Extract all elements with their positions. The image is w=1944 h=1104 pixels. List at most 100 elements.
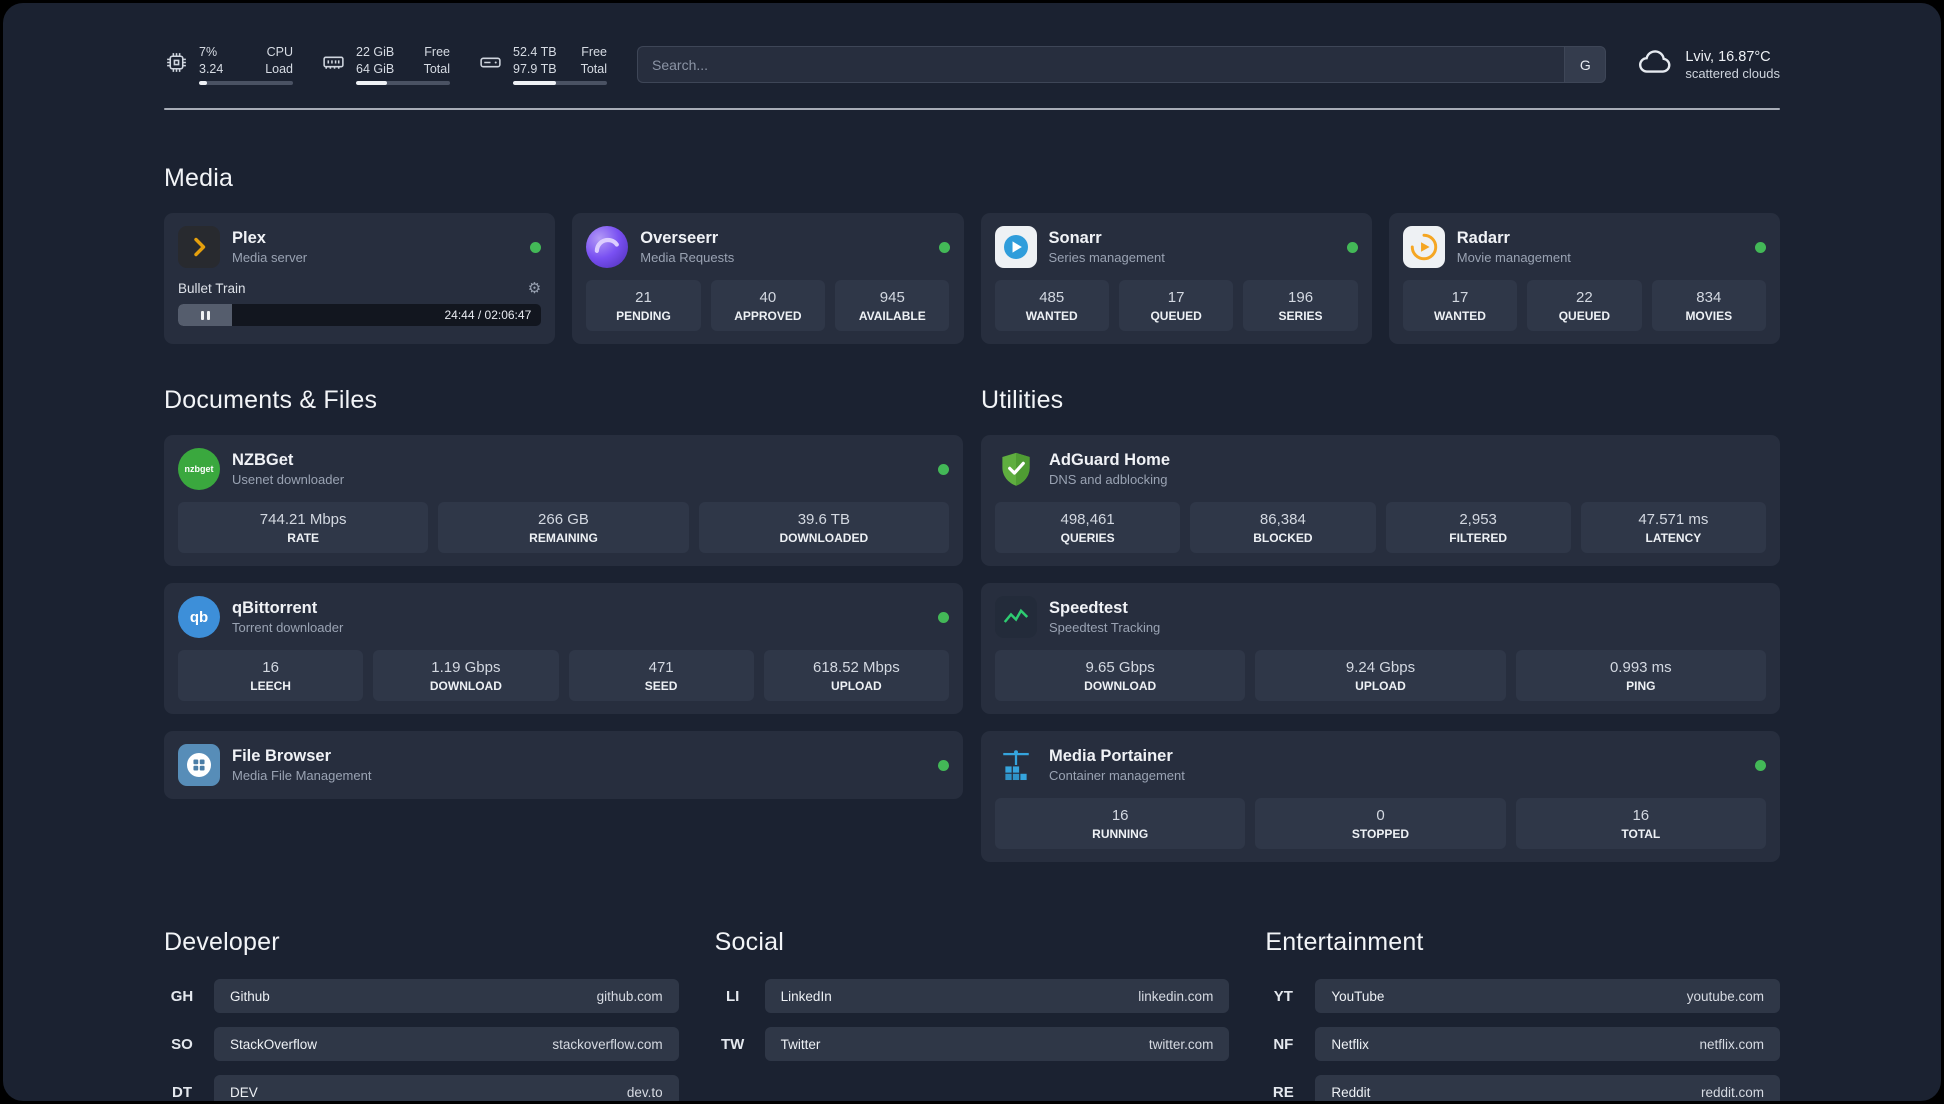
stat-tile: 9.24 Gbps UPLOAD xyxy=(1255,650,1506,701)
disk-total-label: Total xyxy=(580,61,607,76)
cpu-load-value: 3.24 xyxy=(199,61,224,76)
speedtest-icon xyxy=(995,596,1037,638)
app-card-qbittorrent[interactable]: qb qBittorrent Torrent downloader 16 LEEC… xyxy=(164,583,963,714)
stat-tile: 0 STOPPED xyxy=(1255,798,1506,849)
stat-tile: 834 MOVIES xyxy=(1651,280,1766,331)
app-name: AdGuard Home xyxy=(1049,451,1171,469)
status-dot xyxy=(938,463,949,475)
developer-section-title: Developer xyxy=(164,928,280,956)
memory-free: 22 GiB xyxy=(356,45,395,60)
bookmark-youtube[interactable]: YT YouTube youtube.com xyxy=(1265,979,1780,1013)
app-card-radarr[interactable]: Radarr Movie management 17 WANTED 22 QUEUE… xyxy=(1388,213,1780,344)
system-widgets: 7% CPU 3.24 Load 22 GiB Free 64 GiB Tota… xyxy=(164,44,607,85)
documents-section-title: Documents & Files xyxy=(164,386,378,414)
pause-icon[interactable] xyxy=(200,310,210,320)
search-bar: G xyxy=(637,46,1607,83)
ram-icon xyxy=(321,50,346,80)
utilities-section-title: Utilities xyxy=(981,386,1064,414)
stat-tile: 9.65 Gbps DOWNLOAD xyxy=(995,650,1246,701)
bookmark-group-developer: Developer GH Github github.com SO StackO… xyxy=(164,928,679,1101)
disk-total: 97.9 TB xyxy=(513,61,557,76)
bookmark-abbr: NF xyxy=(1273,1035,1294,1053)
bookmark-reddit[interactable]: RE Reddit reddit.com xyxy=(1265,1075,1780,1101)
app-card-filebrowser[interactable]: File Browser Media File Management xyxy=(164,731,963,799)
app-card-speedtest[interactable]: Speedtest Speedtest Tracking 9.65 Gbps DO… xyxy=(981,583,1780,714)
bookmark-abbr: LI xyxy=(725,987,740,1005)
app-name: qBittorrent xyxy=(232,599,318,617)
bookmark-github[interactable]: GH Github github.com xyxy=(164,979,679,1013)
search-engine-button[interactable]: G xyxy=(1564,46,1607,83)
bookmark-abbr: YT xyxy=(1273,987,1293,1005)
bookmark-twitter[interactable]: TW Twitter twitter.com xyxy=(715,1027,1230,1061)
disk-widget: 52.4 TB Free 97.9 TB Total xyxy=(478,44,607,85)
cpu-chip-icon xyxy=(164,50,189,80)
plex-progress-bar[interactable]: 24:44 / 02:06:47 xyxy=(178,304,542,326)
app-name: Plex xyxy=(232,229,266,247)
app-card-sonarr[interactable]: Sonarr Series management 485 WANTED 17 QUE… xyxy=(980,213,1372,344)
bookmark-abbr: TW xyxy=(720,1035,745,1053)
bookmark-stackoverflow[interactable]: SO StackOverflow stackoverflow.com xyxy=(164,1027,679,1061)
filebrowser-icon xyxy=(178,744,220,786)
app-subtitle: Torrent downloader xyxy=(232,620,344,635)
media-section-title: Media xyxy=(164,164,234,192)
nzbget-icon: nzbget xyxy=(178,448,220,490)
search-input[interactable] xyxy=(637,46,1565,83)
status-dot xyxy=(1346,241,1358,253)
weather-location: Lviv, 16.87°C xyxy=(1685,48,1771,65)
stat-tile: 22 QUEUED xyxy=(1527,280,1642,331)
cpu-percent: 7% xyxy=(199,45,218,60)
app-subtitle: DNS and adblocking xyxy=(1049,472,1168,487)
app-card-overseerr[interactable]: Overseerr Media Requests 21 PENDING 40 APP… xyxy=(572,213,964,344)
entertainment-section-title: Entertainment xyxy=(1265,928,1424,956)
gear-icon[interactable]: ⚙ xyxy=(528,279,541,297)
memory-widget: 22 GiB Free 64 GiB Total xyxy=(321,44,450,85)
bookmark-link: Github github.com xyxy=(214,979,679,1013)
app-name: Radarr xyxy=(1456,229,1510,247)
app-card-adguard[interactable]: AdGuard Home DNS and adblocking 498,461 Q… xyxy=(981,435,1780,566)
app-card-portainer[interactable]: Media Portainer Container management 16 R… xyxy=(981,731,1780,862)
weather-widget: Lviv, 16.87°C scattered clouds xyxy=(1636,43,1780,86)
cpu-bar xyxy=(199,80,293,85)
cloud-icon xyxy=(1636,43,1674,86)
bookmark-dev[interactable]: DT DEV dev.to xyxy=(164,1075,679,1101)
bookmark-netflix[interactable]: NF Netflix netflix.com xyxy=(1265,1027,1780,1061)
bookmark-abbr: RE xyxy=(1272,1083,1294,1101)
bookmark-link: Reddit reddit.com xyxy=(1315,1075,1780,1101)
cpu-load-label: Load xyxy=(265,61,293,76)
stat-tile: 17 WANTED xyxy=(1402,280,1518,331)
bookmark-abbr: DT xyxy=(172,1083,192,1101)
stat-tile: 16 TOTAL xyxy=(1515,798,1766,849)
stat-tile: 47.571 ms LATENCY xyxy=(1580,502,1766,553)
stat-tile: 21 PENDING xyxy=(586,280,701,331)
app-subtitle: Speedtest Tracking xyxy=(1049,620,1161,635)
disk-free: 52.4 TB xyxy=(513,45,557,60)
social-section-title: Social xyxy=(714,928,784,956)
status-dot xyxy=(530,241,542,253)
stat-tile: 16 RUNNING xyxy=(995,798,1246,849)
app-subtitle: Media server xyxy=(232,250,308,265)
portainer-icon xyxy=(995,744,1037,786)
sonarr-icon xyxy=(994,226,1037,268)
section-media: Media Plex Media server Bullet Train ⚙ 2… xyxy=(164,164,1780,344)
app-card-plex[interactable]: Plex Media server Bullet Train ⚙ 24:44 /… xyxy=(164,213,556,344)
disk-bar xyxy=(513,80,607,85)
bookmark-link: Twitter twitter.com xyxy=(764,1027,1230,1061)
memory-bar xyxy=(356,80,450,85)
stat-tile: 0.993 ms PING xyxy=(1515,650,1766,701)
dashboard: 7% CPU 3.24 Load 22 GiB Free 64 GiB Tota… xyxy=(3,3,1941,1101)
bookmark-group-entertainment: Entertainment YT YouTube youtube.com NF … xyxy=(1265,928,1780,1101)
stat-tile: 266 GB REMAINING xyxy=(438,502,689,553)
status-dot xyxy=(938,611,949,623)
stat-tile: 40 APPROVED xyxy=(710,280,826,331)
app-name: Sonarr xyxy=(1048,229,1102,247)
bookmark-link: DEV dev.to xyxy=(214,1075,679,1101)
bookmark-abbr: GH xyxy=(170,987,194,1005)
app-subtitle: Media Requests xyxy=(640,250,735,265)
bookmark-abbr: SO xyxy=(171,1035,193,1053)
stat-tile: 1.19 Gbps DOWNLOAD xyxy=(373,650,559,701)
bookmark-linkedin[interactable]: LI LinkedIn linkedin.com xyxy=(715,979,1230,1013)
stat-tile: 39.6 TB DOWNLOADED xyxy=(698,502,949,553)
stat-tile: 485 WANTED xyxy=(994,280,1109,331)
app-card-nzbget[interactable]: nzbget NZBGet Usenet downloader 744.21 M… xyxy=(164,435,963,566)
app-name: File Browser xyxy=(232,747,332,765)
